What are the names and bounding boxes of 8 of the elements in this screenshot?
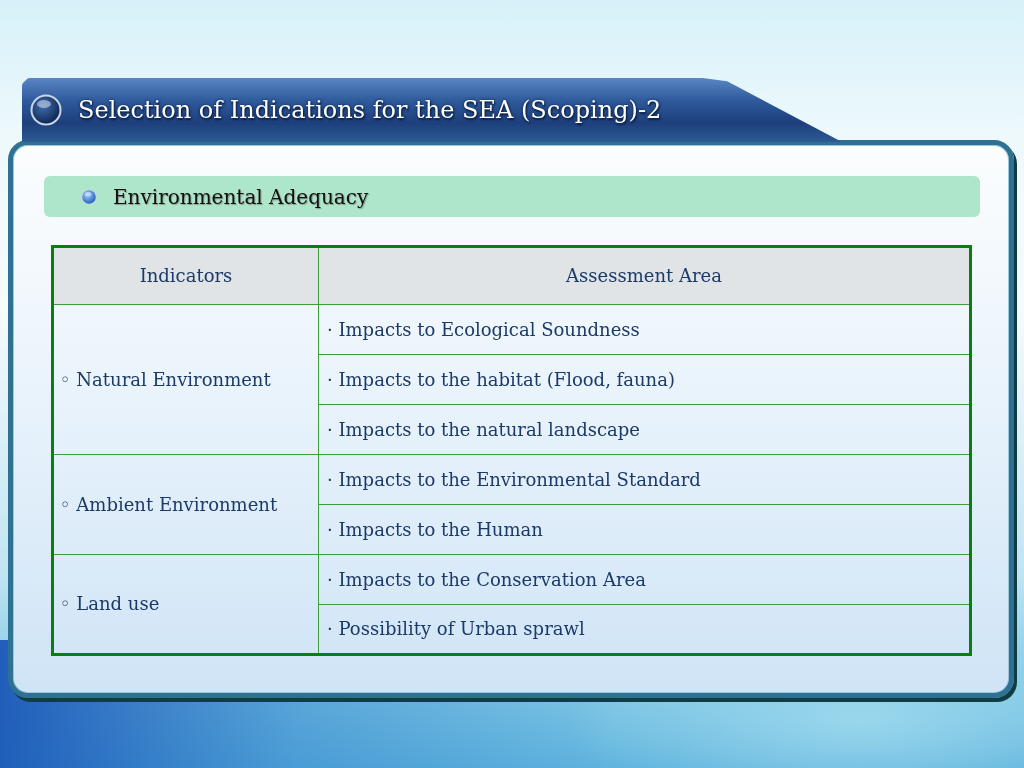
- sphere-bullet-icon: [30, 94, 62, 126]
- slide-title: Selection of Indications for the SEA (Scoping)-2: [78, 98, 662, 122]
- table-cell: ◦ Ambient Environment: [52, 454, 319, 555]
- table-cell: ◦ Natural Environment: [52, 304, 319, 455]
- column-header: Assessment Area: [318, 246, 971, 305]
- section-heading: Environmental Adequacy: [113, 183, 369, 211]
- column-header: Indicators: [52, 246, 319, 305]
- sphere-bullet-icon: [81, 188, 97, 205]
